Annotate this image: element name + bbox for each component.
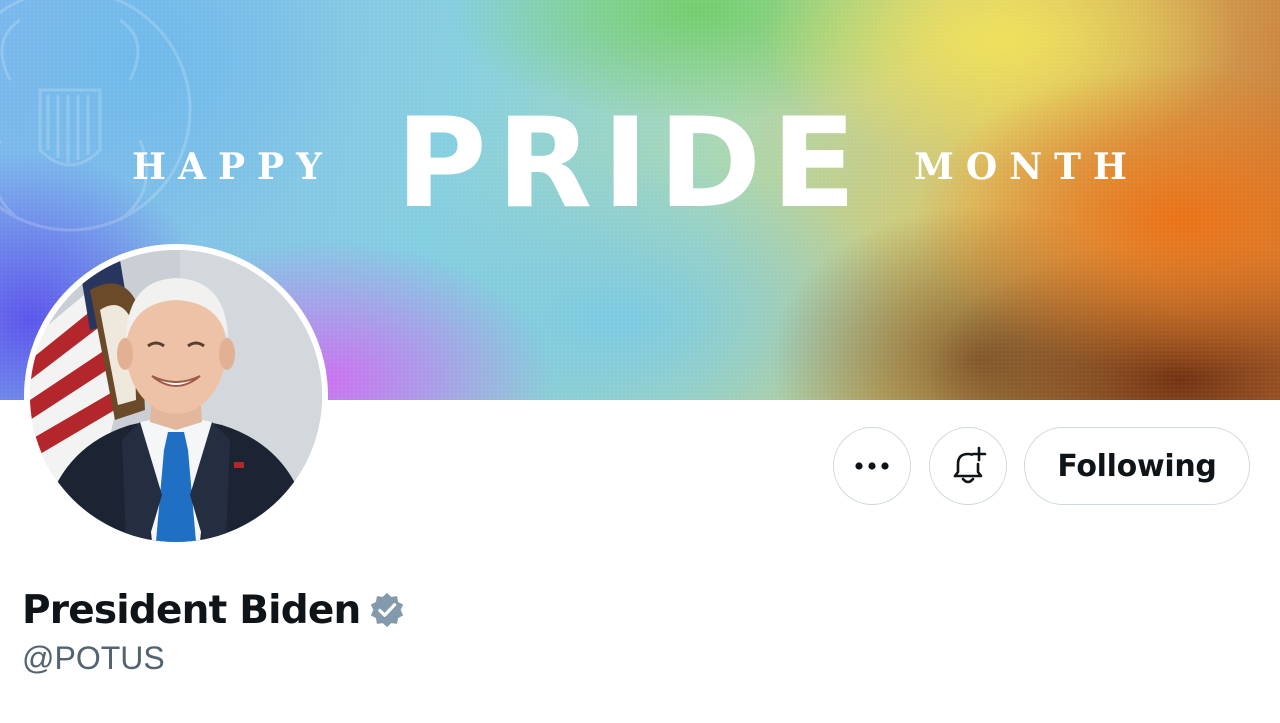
display-name: President Biden xyxy=(22,587,361,633)
bell-plus-icon xyxy=(953,446,987,484)
banner-happy-text: HAPPY xyxy=(132,146,334,188)
more-horizontal-icon xyxy=(855,462,889,470)
notifications-button[interactable] xyxy=(929,427,1007,505)
profile-handle: @POTUS xyxy=(22,640,165,676)
banner-pride-text: PRIDE xyxy=(395,92,867,236)
banner-month-text: MONTH xyxy=(914,146,1139,188)
following-button-label: Following xyxy=(1057,448,1217,484)
more-options-button[interactable] xyxy=(833,427,911,505)
profile-avatar[interactable] xyxy=(24,244,328,548)
avatar-portrait xyxy=(30,250,322,542)
verified-badge-icon[interactable] xyxy=(368,591,406,629)
following-button[interactable]: Following xyxy=(1024,427,1250,505)
profile-name-row: President Biden xyxy=(22,584,406,636)
